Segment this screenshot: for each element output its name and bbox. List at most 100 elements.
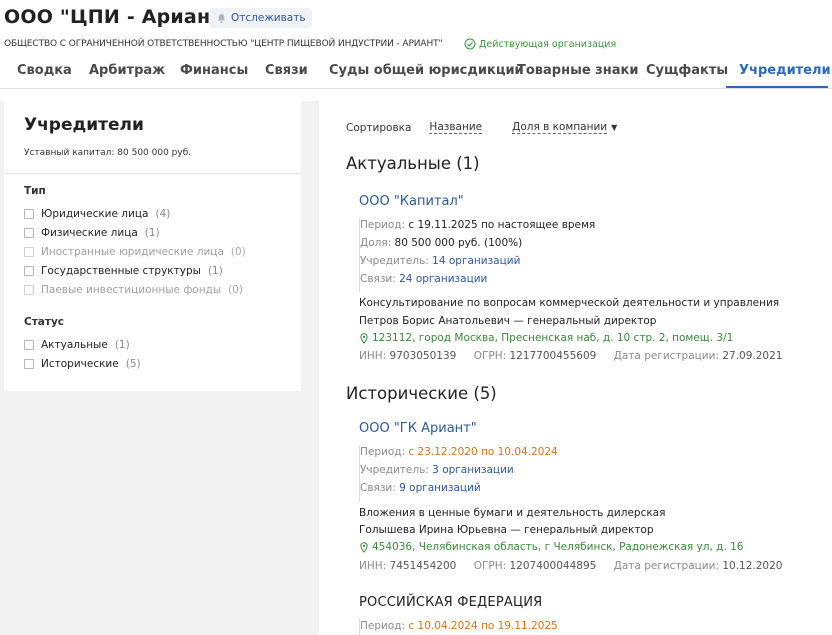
follow-button-label: Отслеживать (231, 12, 306, 24)
activity-text: Вложения в ценные бумаги и деятельность … (359, 507, 666, 519)
links-label: Связи: (360, 482, 396, 494)
tab-material-facts[interactable]: Сущфакты (646, 58, 728, 88)
inn-value: 7451454200 (389, 560, 457, 572)
founder-details: Период: с 23.12.2020 по 10.04.2024 Учред… (359, 445, 558, 501)
founder-details: Период: с 10.04.2024 по 19.11.2025 (359, 619, 558, 635)
founder-org-name[interactable]: ООО "Капитал" (359, 194, 464, 209)
tab-trademarks[interactable]: Товарные знаки (517, 58, 638, 88)
filter-historic[interactable]: Исторические (5) (24, 356, 141, 372)
follow-button[interactable]: Отслеживать (210, 8, 312, 28)
checkbox (24, 285, 34, 295)
founder-label: Учредитель: (360, 255, 429, 267)
filter-panel: Учредители Уставный капитал: 80 500 000 … (4, 101, 301, 391)
share-row: Доля: 80 500 000 руб. (100%) (360, 237, 522, 249)
active-tab-indicator (726, 86, 828, 88)
checkbox[interactable] (24, 209, 34, 219)
period-label: Период: (360, 219, 406, 231)
checkbox[interactable] (24, 340, 34, 350)
filter-count: (1) (207, 265, 223, 277)
filter-label: Государственные структуры (41, 265, 201, 277)
status-badge: Действующая организация (464, 38, 616, 50)
founder-state-name: РОССИЙСКАЯ ФЕДЕРАЦИЯ (359, 595, 543, 610)
sort-bar: Сортировка Название Доля в компании ▼ (346, 121, 617, 134)
map-pin-icon (360, 332, 368, 344)
tab-general-courts[interactable]: Суды общей юрисдикции (329, 58, 524, 88)
filter-label: Иностранные юридические лица (41, 246, 224, 258)
filter-state-structures[interactable]: Государственные структуры (1) (24, 263, 223, 279)
links-row: Связи: 9 организаций (360, 482, 481, 494)
reg-date-value: 27.09.2021 (722, 350, 783, 362)
founder-label: Учредитель: (360, 464, 429, 476)
address-row: 454036, Челябинская область, г Челябинск… (359, 541, 743, 553)
tab-bar: Сводка Арбитраж Финансы Связи Суды общей… (0, 58, 832, 89)
director-text: Петров Борис Анатольевич — генеральный д… (359, 315, 657, 327)
founder-details: Период: с 19.11.2025 по настоящее время … (359, 218, 595, 292)
authorized-capital: Уставный капитал: 80 500 000 руб. (24, 148, 192, 158)
filter-label: Юридические лица (41, 208, 149, 220)
links-row: Связи: 24 организации (360, 273, 487, 285)
period-row: Период: с 19.11.2025 по настоящее время (360, 219, 595, 231)
filter-count: (0) (230, 246, 246, 258)
filter-count: (1) (144, 227, 160, 239)
links-label: Связи: (360, 273, 396, 285)
bell-icon (217, 13, 226, 23)
tab-arbitration[interactable]: Арбитраж (89, 58, 165, 88)
filter-investment-funds: Паевые инвестиционные фонды (0) (24, 282, 243, 298)
filter-count: (0) (228, 284, 244, 296)
map-pin-icon (360, 541, 368, 553)
share-label: Доля: (360, 237, 392, 249)
section-heading-actual: Актуальные (1) (346, 154, 480, 173)
ogrn-label: ОГРН: (473, 350, 507, 362)
inn-label: ИНН: (359, 350, 387, 362)
divider (4, 173, 301, 174)
address-text: 123112, город Москва, Пресненская наб, д… (372, 332, 734, 344)
links-link[interactable]: 9 организаций (399, 482, 481, 494)
reg-date-label: Дата регистрации: (613, 350, 719, 362)
tabs-divider (0, 88, 832, 89)
sort-by-share[interactable]: Доля в компании (512, 121, 608, 134)
filter-count: (1) (114, 339, 130, 351)
company-header: ООО "ЦПИ - Ариант" Отслеживать ОБЩЕСТВО … (0, 0, 832, 101)
page-title: ООО "ЦПИ - Ариант" (4, 6, 232, 28)
filter-group-status-title: Статус (24, 316, 65, 328)
checkbox[interactable] (24, 228, 34, 238)
filter-count: (4) (155, 208, 171, 220)
founder-org-name[interactable]: ООО "ГК Ариант" (359, 421, 477, 436)
check-circle-icon (464, 38, 476, 50)
share-value: 80 500 000 руб. (100%) (394, 237, 523, 249)
founder-row: Учредитель: 14 организаций (360, 255, 520, 267)
tab-founders[interactable]: Учредители (739, 58, 831, 88)
caret-down-icon[interactable]: ▼ (611, 123, 617, 132)
checkbox[interactable] (24, 266, 34, 276)
period-value: с 23.12.2020 по 10.04.2024 (408, 446, 558, 458)
activity-text: Консультирование по вопросам коммерческо… (359, 297, 780, 309)
reg-date-value: 10.12.2020 (722, 560, 783, 572)
section-heading-historic: Исторические (5) (346, 384, 497, 403)
period-value: с 19.11.2025 по настоящее время (408, 219, 596, 231)
tab-summary[interactable]: Сводка (17, 58, 72, 88)
filter-group-type-title: Тип (24, 185, 46, 197)
tab-links[interactable]: Связи (265, 58, 308, 88)
checkbox[interactable] (24, 359, 34, 369)
filter-label: Исторические (41, 358, 119, 370)
director-text: Голышева Ирина Юрьевна — генеральный дир… (359, 524, 654, 536)
reg-date-label: Дата регистрации: (613, 560, 719, 572)
founder-link[interactable]: 14 организаций (432, 255, 520, 267)
filter-count: (5) (125, 358, 141, 370)
sort-by-name[interactable]: Название (429, 121, 483, 134)
sort-label: Сортировка (346, 121, 412, 134)
period-row: Период: с 10.04.2024 по 19.11.2025 (360, 620, 558, 632)
filter-individuals[interactable]: Физические лица (1) (24, 225, 160, 241)
founder-link[interactable]: 3 организации (432, 464, 514, 476)
period-label: Период: (360, 446, 406, 458)
filter-foreign-entities: Иностранные юридические лица (0) (24, 244, 246, 260)
filter-label: Паевые инвестиционные фонды (41, 284, 222, 296)
inn-value: 9703050139 (389, 350, 457, 362)
filter-panel-title: Учредители (24, 115, 144, 135)
filter-legal-entities[interactable]: Юридические лица (4) (24, 206, 170, 222)
filter-actual[interactable]: Актуальные (1) (24, 337, 130, 353)
address-text: 454036, Челябинская область, г Челябинск… (372, 541, 744, 553)
links-link[interactable]: 24 организации (399, 273, 487, 285)
tab-finance[interactable]: Финансы (180, 58, 248, 88)
founder-row: Учредитель: 3 организации (360, 464, 514, 476)
